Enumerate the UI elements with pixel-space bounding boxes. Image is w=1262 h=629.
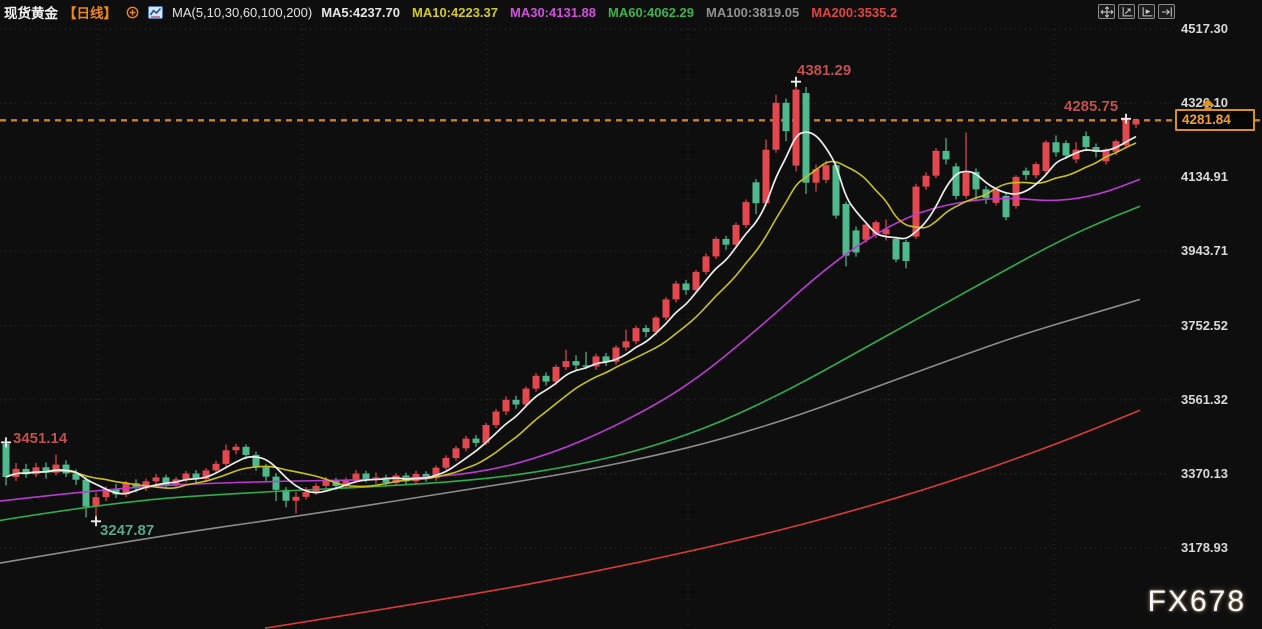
y-axis-label: 3943.71 bbox=[1181, 243, 1243, 258]
ma-values: MA5:4237.70 MA10:4223.37 MA30:4131.88 MA60:… bbox=[321, 5, 897, 20]
ma-value-label: MA30:4131.88 bbox=[510, 5, 596, 20]
y-axis-label: 4134.91 bbox=[1181, 169, 1243, 184]
watermark: FX678 bbox=[1148, 585, 1246, 619]
chart-header: 现货黄金 【日线】 MA(5,10,30,60,100,200) MA5:423… bbox=[4, 0, 897, 24]
ma-value-label: MA60:4062.29 bbox=[608, 5, 694, 20]
timeframe-label: 【日线】 bbox=[63, 2, 117, 22]
candlestick-chart[interactable] bbox=[0, 0, 1262, 629]
chart-window: 现货黄金 【日线】 MA(5,10,30,60,100,200) MA5:423… bbox=[0, 0, 1262, 629]
pan-tool-icon[interactable] bbox=[1098, 4, 1115, 19]
scale-axis-icon[interactable] bbox=[1118, 4, 1135, 19]
go-to-latest-icon[interactable] bbox=[1158, 4, 1175, 19]
price-annotation: 3451.14 bbox=[13, 430, 67, 447]
ma-value-label: MA100:3819.05 bbox=[706, 5, 799, 20]
y-axis-label: 3752.52 bbox=[1181, 318, 1243, 333]
chart-toolbar bbox=[1098, 4, 1175, 19]
y-axis-label: 3178.93 bbox=[1181, 540, 1243, 555]
up-arrow-icon bbox=[1199, 98, 1217, 116]
y-axis-label: 4517.30 bbox=[1181, 21, 1243, 36]
chart-style-icon[interactable] bbox=[148, 6, 163, 19]
y-axis-label: 3561.32 bbox=[1181, 392, 1243, 407]
price-annotation: 3247.87 bbox=[100, 522, 154, 539]
instrument-title: 现货黄金 bbox=[4, 2, 58, 22]
ma-value-label: MA200:3535.2 bbox=[811, 5, 897, 20]
y-axis-label: 3370.13 bbox=[1181, 466, 1243, 481]
auto-scale-icon[interactable] bbox=[1138, 4, 1155, 19]
ma-value-label: MA10:4223.37 bbox=[412, 5, 498, 20]
price-annotation: 4285.75 bbox=[1064, 98, 1118, 115]
ma-value-label: MA5:4237.70 bbox=[321, 5, 400, 20]
price-annotation: 4381.29 bbox=[797, 62, 851, 79]
ma-settings-label[interactable]: MA(5,10,30,60,100,200) bbox=[172, 5, 312, 20]
circle-plus-icon[interactable] bbox=[126, 6, 139, 19]
